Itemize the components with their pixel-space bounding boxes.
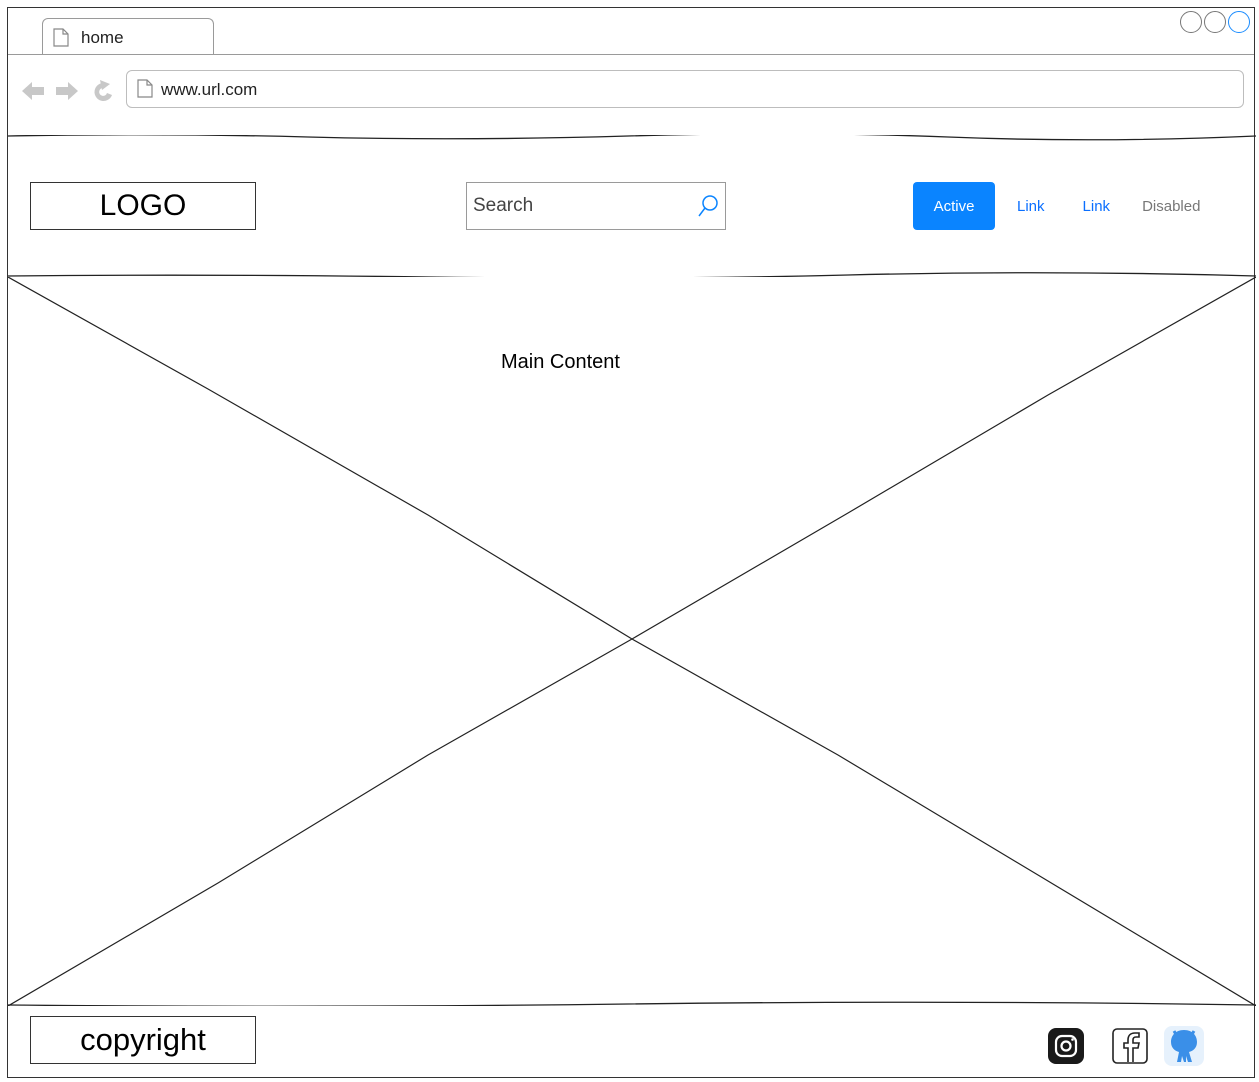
logo[interactable]: LOGO <box>30 182 256 230</box>
copyright: copyright <box>30 1016 256 1064</box>
image-placeholder <box>8 277 1256 1006</box>
reload-icon[interactable] <box>94 80 112 101</box>
facebook-icon[interactable] <box>1110 1026 1150 1071</box>
url-bar[interactable]: www.url.com <box>126 70 1244 108</box>
back-arrow-icon[interactable] <box>22 82 44 100</box>
search-placeholder: Search <box>473 195 534 216</box>
nav-disabled-link: Disabled <box>1142 197 1201 215</box>
social-links <box>1046 1022 1208 1075</box>
address-bar-row: www.url.com <box>8 70 1254 110</box>
nav-link-2[interactable]: Link <box>1083 198 1111 215</box>
main-title: Main Content <box>501 351 620 373</box>
search-input[interactable]: Search <box>466 182 726 230</box>
page-icon <box>137 79 153 103</box>
nav-active-button[interactable]: Active <box>913 182 995 230</box>
tab-strip: home <box>8 8 1254 55</box>
main-content: Main Content <box>8 277 1256 1006</box>
browser-tab[interactable]: home <box>42 18 214 54</box>
nav-controls <box>20 78 120 109</box>
nav-link-1[interactable]: Link <box>1017 198 1045 215</box>
close-button[interactable] <box>1228 11 1250 33</box>
tab-title: home <box>81 28 124 47</box>
site-footer: copyright <box>8 1006 1254 1079</box>
forward-arrow-icon[interactable] <box>56 82 78 100</box>
search-icon[interactable] <box>697 194 719 223</box>
instagram-icon[interactable] <box>1046 1026 1086 1071</box>
maximize-button[interactable] <box>1204 11 1226 33</box>
nav-menu: Active Link Link Disabled <box>913 182 1200 230</box>
url-text: www.url.com <box>161 80 258 99</box>
window-controls <box>1180 11 1250 33</box>
site-header: LOGO Search Active Link Link Disabled <box>8 135 1256 277</box>
github-icon[interactable] <box>1160 1022 1208 1075</box>
browser-window: home www.url.com LOGO Search Active Link… <box>7 7 1256 1079</box>
minimize-button[interactable] <box>1180 11 1202 33</box>
page-icon <box>53 28 69 52</box>
